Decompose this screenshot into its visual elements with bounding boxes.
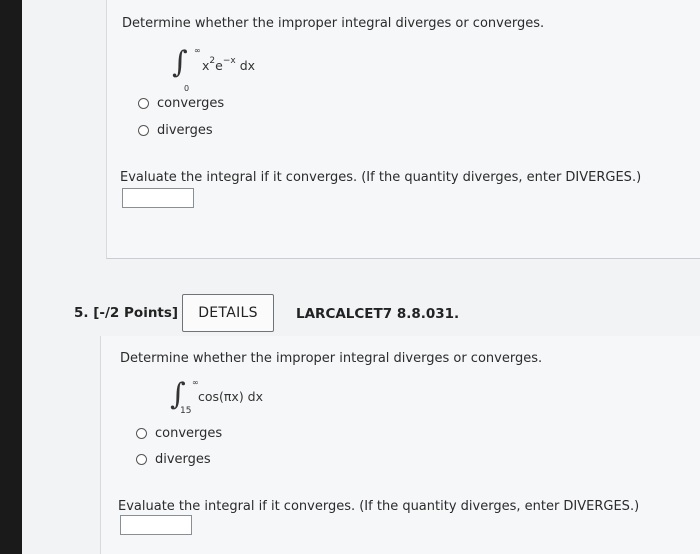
option-diverges[interactable]: diverges — [136, 452, 211, 467]
option-label: converges — [157, 96, 225, 111]
radio-button[interactable] — [138, 98, 149, 109]
details-button[interactable]: DETAILS — [182, 294, 274, 332]
option-converges[interactable]: converges — [138, 96, 224, 111]
problem-5-evaluate-prompt: Evaluate the integral if it converges. (… — [118, 499, 640, 514]
option-label: diverges — [157, 123, 213, 138]
problem-5-reference: LARCALCET7 8.8.031. — [296, 306, 460, 322]
lower-limit: 15 — [180, 406, 192, 416]
problem-4-question: Determine whether the improper integral … — [122, 16, 545, 31]
option-label: diverges — [155, 452, 211, 467]
radio-button[interactable] — [136, 454, 147, 465]
problem-4-answer-input[interactable] — [122, 188, 194, 208]
lower-limit: 0 — [184, 84, 190, 93]
integrand: x2e−x dx — [202, 56, 256, 73]
integral-sign-icon: ∫ — [172, 45, 188, 80]
option-diverges[interactable]: diverges — [138, 123, 213, 138]
radio-button[interactable] — [136, 428, 147, 439]
radio-button[interactable] — [138, 125, 149, 136]
upper-limit: ∞ — [192, 378, 199, 387]
problem-5-number: 5. [-/2 Points] — [74, 305, 179, 321]
problem-5-question: Determine whether the improper integral … — [120, 351, 543, 366]
problem-5-integral: ∫ ∞ 15 cos(πx) dx — [170, 376, 300, 420]
integrand: cos(πx) dx — [198, 389, 264, 404]
problem-4-evaluate-prompt: Evaluate the integral if it converges. (… — [120, 170, 642, 185]
option-converges[interactable]: converges — [136, 426, 222, 441]
problem-5-answer-input[interactable] — [120, 515, 192, 535]
upper-limit: ∞ — [194, 46, 201, 55]
option-label: converges — [155, 426, 223, 441]
problem-4-integral: ∫ ∞ 0 x2e−x dx — [172, 44, 292, 93]
